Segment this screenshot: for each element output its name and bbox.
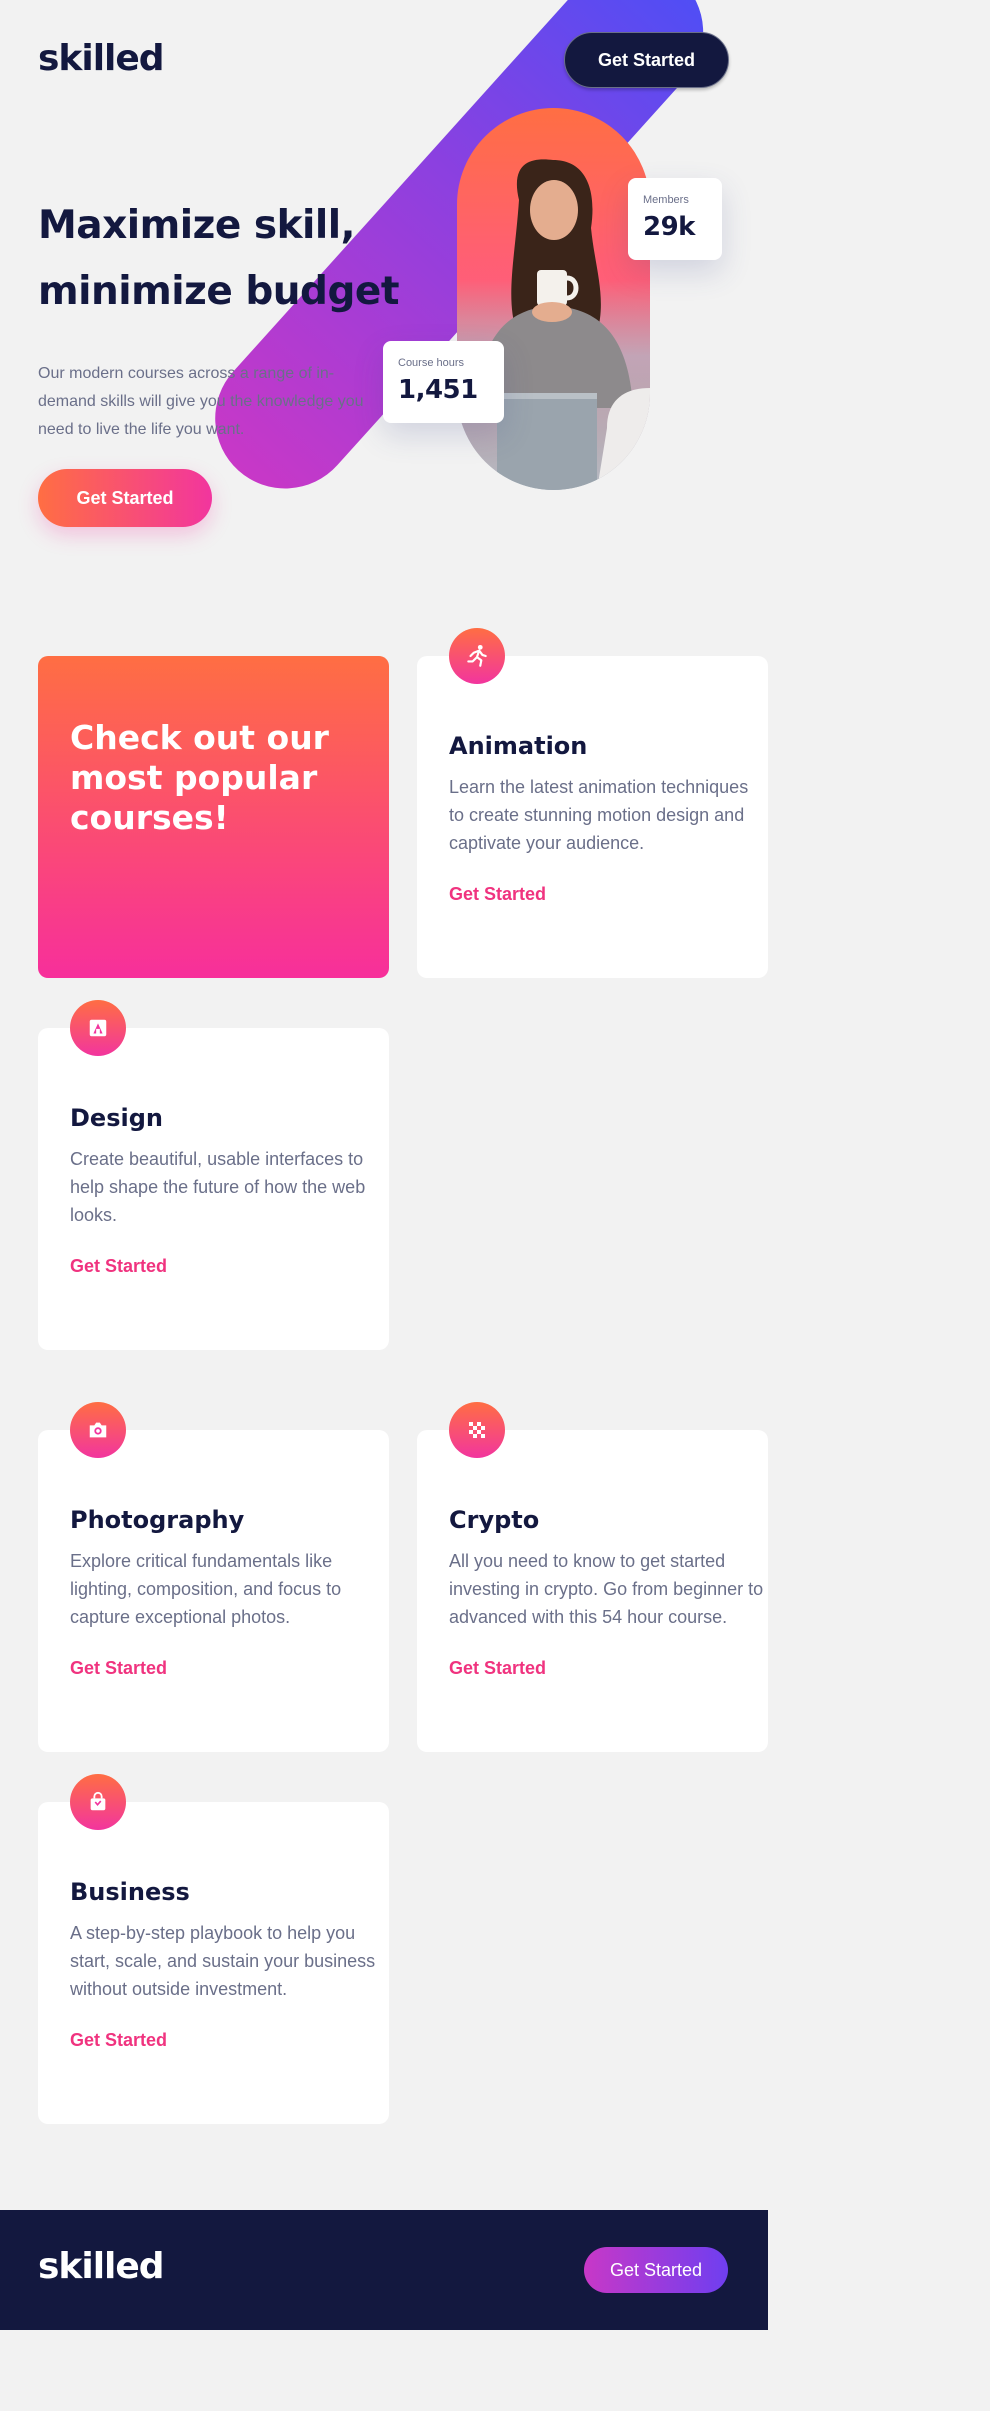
footer-get-started-button[interactable]: Get Started [584, 2247, 728, 2293]
course-hours-value: 1,451 [398, 375, 478, 405]
hero-description: Our modern courses across a range of in-… [38, 360, 378, 444]
course-get-started-link[interactable]: Get Started [449, 884, 546, 905]
course-description-line-1: A step-by-step playbook to help you [70, 1923, 356, 1943]
course-description-line-2: lighting, composition, and focus to [70, 1579, 342, 1599]
header-logo[interactable]: skilled [38, 38, 165, 79]
course-description-line-3: advanced with this 54 hour course. [449, 1607, 728, 1627]
course-card-design: Design Create beautiful, usable interfac… [38, 1028, 389, 1350]
course-description-line-2: investing in crypto. Go from beginner to [449, 1579, 764, 1599]
course-description-line-1: Learn the latest animation techniques [449, 777, 749, 797]
course-title: Business [70, 1878, 190, 1906]
header-get-started-button[interactable]: Get Started [564, 32, 729, 88]
course-card-crypto: Crypto All you need to know to get start… [417, 1430, 768, 1752]
course-card-business: Business A step-by-step playbook to help… [38, 1802, 389, 2124]
course-get-started-link[interactable]: Get Started [70, 2030, 167, 2051]
hero-title-line-2: minimize budget [38, 269, 399, 314]
woman-with-laptop-illustration [457, 159, 650, 490]
course-description: A step-by-step playbook to help you star… [70, 1919, 387, 2003]
members-stat-card: Members 29k [628, 178, 722, 260]
course-get-started-link[interactable]: Get Started [70, 1658, 167, 1679]
crypto-pixel-icon [449, 1402, 505, 1458]
course-card-photography: Photography Explore critical fundamental… [38, 1430, 389, 1752]
design-tool-icon [70, 1000, 126, 1056]
course-description: Learn the latest animation techniques to… [449, 773, 766, 857]
shopping-bag-icon [70, 1774, 126, 1830]
course-description: Create beautiful, usable interfaces to h… [70, 1145, 387, 1229]
course-description-line-3: capture exceptional photos. [70, 1607, 291, 1627]
course-description: Explore critical fundamentals like light… [70, 1547, 387, 1631]
course-title: Crypto [449, 1506, 540, 1534]
course-hours-label: Course hours [398, 357, 465, 369]
members-value: 29k [643, 212, 695, 242]
course-description-line-1: Create beautiful, usable interfaces to [70, 1149, 364, 1169]
promo-title-line-2: most popular [70, 758, 318, 797]
course-description-line-3: without outside investment. [70, 1979, 288, 1999]
hero-description-line-2: demand skills will give you the knowledg… [38, 393, 364, 410]
course-get-started-link[interactable]: Get Started [70, 1256, 167, 1277]
course-description-line-1: Explore critical fundamentals like [70, 1551, 333, 1571]
course-description: All you need to know to get started inve… [449, 1547, 766, 1631]
course-card-animation: Animation Learn the latest animation tec… [417, 656, 768, 978]
running-figure-icon [449, 628, 505, 684]
promo-title-line-1: Check out our [70, 718, 329, 757]
promo-title: Check out our most popular courses! [70, 718, 357, 838]
footer: skilled Get Started [0, 2210, 768, 2330]
hero-get-started-button[interactable]: Get Started [38, 469, 212, 527]
promo-card: Check out our most popular courses! [38, 656, 389, 978]
course-hours-stat-card: Course hours 1,451 [383, 341, 504, 423]
course-get-started-link[interactable]: Get Started [449, 1658, 546, 1679]
course-title: Photography [70, 1506, 245, 1534]
promo-title-line-3: courses! [70, 798, 229, 837]
members-label: Members [643, 194, 689, 206]
course-description-line-1: All you need to know to get started [449, 1551, 726, 1571]
course-description-line-3: looks. [70, 1205, 118, 1225]
course-title: Animation [449, 732, 588, 760]
hero-description-line-1: Our modern courses across a range of in- [38, 365, 335, 382]
footer-logo[interactable]: skilled [38, 2246, 165, 2287]
camera-icon [70, 1402, 126, 1458]
hero-title: Maximize skill, minimize budget [38, 193, 418, 325]
course-description-line-2: start, scale, and sustain your business [70, 1951, 376, 1971]
course-description-line-3: captivate your audience. [449, 833, 645, 853]
hero-title-line-1: Maximize skill, [38, 203, 355, 248]
hero-image [457, 108, 650, 490]
course-description-line-2: to create stunning motion design and [449, 805, 745, 825]
hero-description-line-3: need to live the life you want. [38, 421, 245, 438]
course-description-line-2: help shape the future of how the web [70, 1177, 366, 1197]
course-title: Design [70, 1104, 163, 1132]
